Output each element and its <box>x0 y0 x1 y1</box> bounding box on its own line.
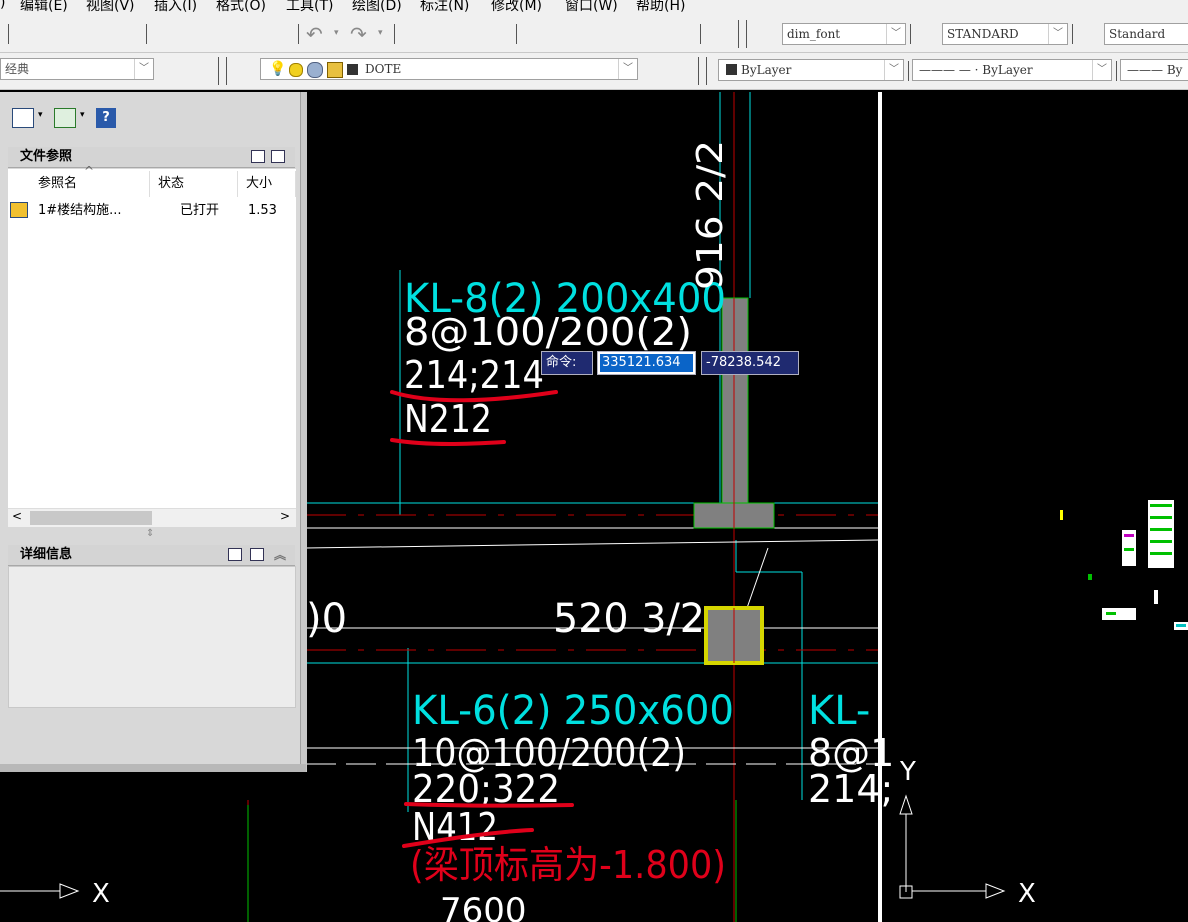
collapse-icon[interactable]: ︽ <box>274 545 286 565</box>
beam2-title: KL-6(2) 250x600 <box>412 688 734 734</box>
dwg-file-icon <box>10 202 28 218</box>
properties-icon[interactable] <box>228 548 242 561</box>
beam1-stirrup: 8@100/200(2) <box>404 310 692 354</box>
chevron-down-icon: ﹀ <box>884 60 903 80</box>
overview-fragments <box>1060 500 1188 630</box>
beam1-rebar: 214;214 <box>404 353 544 397</box>
chevron-down-icon: ﹀ <box>618 59 637 79</box>
lightbulb-icon[interactable]: 💡 <box>269 59 286 79</box>
details-header[interactable]: 详细信息 ︽ <box>8 545 295 566</box>
menu-insert[interactable]: 插入(I) <box>154 0 197 15</box>
chevron-down-icon: ﹀ <box>134 59 153 79</box>
menu-bar: ) 编辑(E) 视图(V) 插入(I) 格式(O) 工具(T) 绘图(D) 标注… <box>0 0 1188 16</box>
dim-style-select[interactable]: dim_font ﹀ <box>782 23 906 45</box>
vertical-label: 916 2/2 <box>690 140 731 290</box>
menu-help[interactable]: 帮助(H) <box>636 0 685 15</box>
column-header-status[interactable]: 状态 <box>150 171 238 197</box>
xref-row-name[interactable]: 1#楼结构施... <box>38 200 122 222</box>
column-label: 520 3/2 <box>553 596 705 642</box>
color-swatch <box>726 64 737 75</box>
list-view-icon[interactable] <box>251 150 265 163</box>
redo-dropdown-icon[interactable]: ▾ <box>378 28 383 38</box>
attach-icon[interactable] <box>12 108 34 128</box>
bottom-fragment: 7600 <box>440 891 527 922</box>
sort-asc-icon: ^ <box>84 164 95 178</box>
table-style-select[interactable]: Standard <box>1104 23 1188 45</box>
beam3-title: KL- <box>808 688 870 734</box>
lock-icon[interactable] <box>327 62 343 78</box>
xref-row-size: 1.53 <box>248 203 277 218</box>
color-select[interactable]: ByLayer ﹀ <box>718 59 904 81</box>
help-icon[interactable]: ? <box>96 108 116 128</box>
details-pane <box>8 566 296 708</box>
beam2-note: (梁顶标高为-1.800) <box>410 843 726 887</box>
toolbar-standard: ↶ ▾ ↷ ▾ dim_font ﹀ STANDARD ﹀ Standard <box>0 16 1188 53</box>
ucs-x-arrow <box>59 883 80 899</box>
palette-toolbar: ▾ ▾ ? <box>8 100 296 136</box>
scroll-right-icon[interactable]: > <box>280 509 290 523</box>
menu-format[interactable]: 格式(O) <box>216 0 266 15</box>
chevron-down-icon: ﹀ <box>886 24 905 44</box>
chevron-down-icon: ﹀ <box>1092 60 1111 80</box>
chevron-down-icon: ﹀ <box>1048 24 1067 44</box>
svg-text:X: X <box>1018 879 1036 909</box>
menu-view[interactable]: 视图(V) <box>86 0 135 15</box>
freeze-sun-icon[interactable] <box>289 63 303 77</box>
column-section <box>721 297 749 504</box>
menu-modify[interactable]: 修改(M) <box>491 0 542 15</box>
ucs-x-label: X <box>92 879 110 909</box>
viewport-freeze-icon[interactable] <box>307 62 323 78</box>
scrollbar-thumb[interactable] <box>30 511 152 525</box>
layer-color-swatch <box>347 64 358 75</box>
redo-icon[interactable]: ↷ <box>350 22 367 46</box>
beam1-torsion: N212 <box>404 397 492 441</box>
command-label: 命令: <box>541 351 593 375</box>
undo-icon[interactable]: ↶ <box>306 22 323 46</box>
toolbar-layers: 经典 ﹀ 💡 DOTE ﹀ ByLayer ﹀ ——— — · ByLayer ﹀ —… <box>0 53 1188 90</box>
menu-window[interactable]: 窗口(W) <box>565 0 618 15</box>
menu-tools[interactable]: 工具(T) <box>286 0 333 15</box>
xref-row-status: 已打开 <box>180 203 220 218</box>
menu-dimension[interactable]: 标注(N) <box>420 0 469 15</box>
lineweight-select[interactable]: ——— By <box>1120 59 1188 81</box>
ucs-y-label: Y <box>899 757 916 787</box>
splitter-grip-icon[interactable]: ⇕ <box>146 528 154 539</box>
horizontal-scrollbar[interactable]: < > <box>8 508 296 527</box>
tree-view-icon[interactable] <box>271 150 285 163</box>
left-fragment: )0 <box>306 596 347 642</box>
scroll-left-icon[interactable]: < <box>12 509 22 523</box>
file-refs-header[interactable]: 文件参照 <box>8 147 295 168</box>
preview-icon[interactable] <box>250 548 264 561</box>
undo-dropdown-icon[interactable]: ▾ <box>334 28 339 38</box>
workspace-select[interactable]: 经典 ﹀ <box>0 58 154 80</box>
refresh-icon[interactable] <box>54 108 76 128</box>
menu-draw[interactable]: 绘图(D) <box>352 0 402 15</box>
chevron-down-icon[interactable]: ▾ <box>38 110 43 120</box>
menu-edit[interactable]: 编辑(E) <box>20 0 68 15</box>
command-y-input[interactable]: -78238.542 <box>701 351 799 375</box>
column-header-size[interactable]: 大小 <box>238 171 296 197</box>
text-style-select[interactable]: STANDARD ﹀ <box>942 23 1068 45</box>
chevron-down-icon[interactable]: ▾ <box>80 110 85 120</box>
command-x-input[interactable]: 335121.634 <box>597 351 696 375</box>
layer-select[interactable]: 💡 DOTE ﹀ <box>260 58 638 80</box>
linetype-select[interactable]: ——— — · ByLayer ﹀ <box>912 59 1112 81</box>
